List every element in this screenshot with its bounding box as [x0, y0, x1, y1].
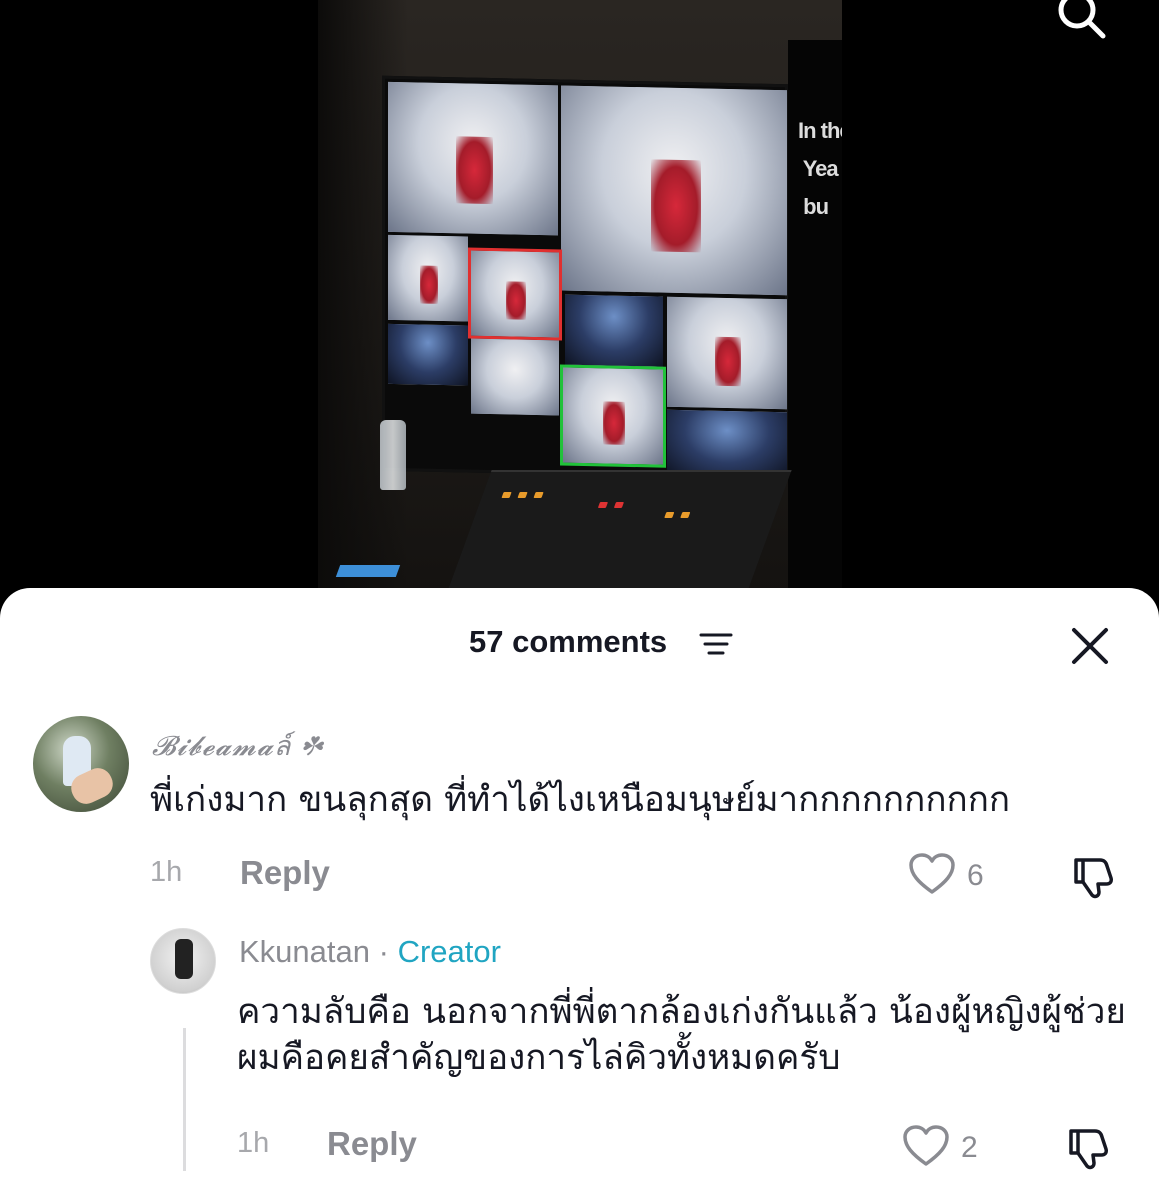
monitor-tile	[468, 247, 562, 341]
comments-sheet: 57 comments 𝓑𝓲𝓫𝓮𝓪𝓶𝓪ล์ ☘ พี่เก่งมาก ขนลุก…	[0, 588, 1159, 1200]
close-icon[interactable]	[1068, 624, 1112, 668]
monitor-tile	[388, 234, 468, 322]
separator: ·	[370, 934, 398, 969]
comment-username[interactable]: Kkunatan	[239, 934, 370, 969]
like-count: 6	[967, 859, 984, 892]
search-icon[interactable]	[1055, 0, 1107, 40]
comments-header: 57 comments	[0, 588, 1159, 698]
monitor-tile	[560, 364, 666, 468]
video-overlay-text: In the Yea bu	[798, 118, 842, 219]
avatar[interactable]	[33, 716, 129, 812]
monitor-tile	[388, 323, 468, 386]
heart-icon[interactable]	[902, 1124, 950, 1168]
comment-time: 1h	[150, 856, 183, 888]
monitor-tile	[565, 294, 663, 367]
monitor-tile	[667, 296, 787, 410]
comment-text: ความลับคือ นอกจากพี่พี่ตากล้องเก่งกันแล้…	[237, 992, 1126, 1078]
switcher-console	[444, 470, 792, 600]
filter-sort-icon[interactable]	[698, 631, 734, 657]
thumbs-down-icon[interactable]	[1070, 852, 1118, 900]
monitor-tile	[388, 81, 558, 236]
thumbs-down-icon[interactable]	[1065, 1123, 1113, 1171]
creator-badge: Creator	[397, 934, 501, 969]
comment-time: 1h	[237, 1127, 270, 1159]
heart-icon[interactable]	[908, 852, 956, 896]
video-frame: In the Yea bu	[318, 0, 842, 600]
multiview-monitor	[382, 75, 788, 480]
reply-button[interactable]: Reply	[240, 854, 330, 892]
reply-button[interactable]: Reply	[327, 1125, 417, 1163]
thread-line	[183, 1028, 186, 1171]
comment-text: พี่เก่งมาก ขนลุกสุด ที่ทำได้ไงเหนือมนุษย…	[150, 780, 1011, 820]
water-bottle	[380, 420, 406, 490]
monitor-tile	[471, 338, 559, 416]
like-count: 2	[961, 1131, 978, 1164]
monitor-tile	[561, 85, 787, 296]
avatar[interactable]	[150, 928, 216, 994]
comment-count: 57 comments	[469, 624, 668, 659]
monitor-tile	[667, 409, 787, 478]
comment-username-line: Kkunatan · Creator	[239, 934, 501, 970]
comment-username[interactable]: 𝓑𝓲𝓫𝓮𝓪𝓶𝓪ล์ ☘	[152, 724, 323, 767]
video-player[interactable]: In the Yea bu	[0, 0, 1159, 620]
